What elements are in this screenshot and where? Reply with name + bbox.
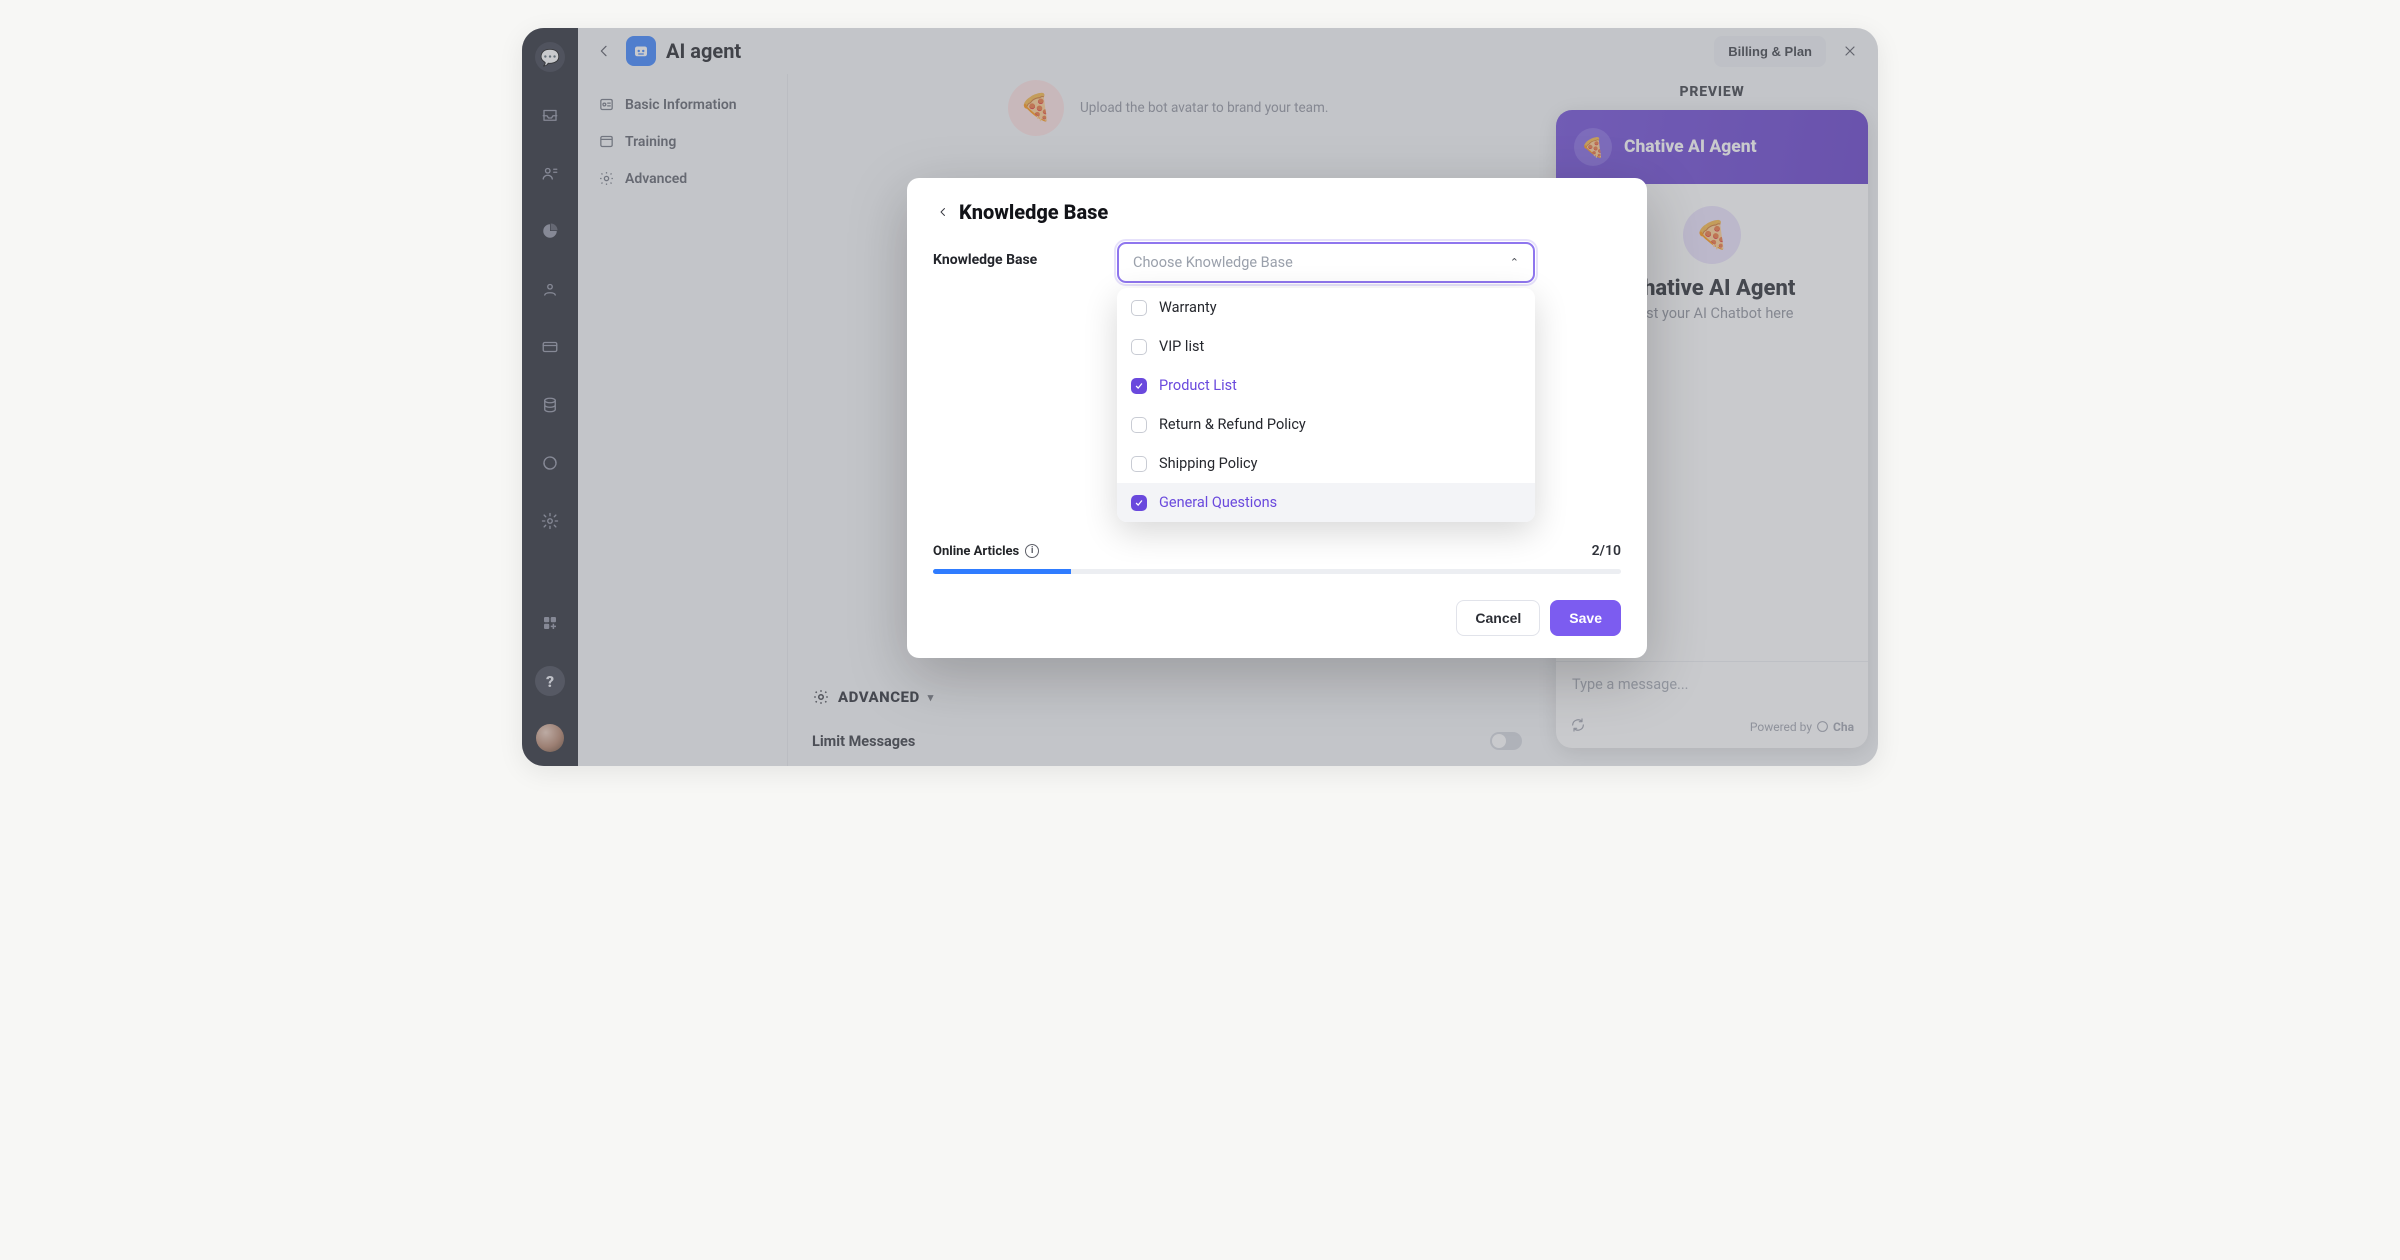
articles-progress [933,569,1621,574]
kb-option-label: Product List [1159,377,1237,394]
modal-back-button[interactable] [933,202,953,222]
checkbox-icon [1131,495,1147,511]
kb-select-placeholder: Choose Knowledge Base [1133,254,1293,271]
knowledge-base-modal: Knowledge Base Knowledge Base Choose Kno… [907,178,1647,658]
checkbox-icon [1131,456,1147,472]
save-button[interactable]: Save [1550,600,1621,636]
kb-option[interactable]: VIP list [1117,327,1535,366]
kb-option-label: Return & Refund Policy [1159,416,1306,433]
checkbox-icon [1131,417,1147,433]
kb-option-label: Shipping Policy [1159,455,1258,472]
kb-option-label: Warranty [1159,299,1217,316]
kb-option-label: General Questions [1159,494,1277,511]
kb-dropdown: Warranty VIP list Product List Return & Ref… [1117,288,1535,522]
articles-label: Online Articles [933,544,1019,559]
checkbox-icon [1131,378,1147,394]
info-icon[interactable]: i [1025,544,1039,558]
kb-option[interactable]: General Questions [1117,483,1535,522]
kb-field-label: Knowledge Base [933,242,1117,283]
kb-option[interactable]: Product List [1117,366,1535,405]
modal-title: Knowledge Base [959,200,1108,224]
checkbox-icon [1131,300,1147,316]
checkbox-icon [1131,339,1147,355]
cancel-button[interactable]: Cancel [1456,600,1540,636]
articles-count: 2/10 [1592,543,1621,559]
app-shell: 💬 [522,28,1878,766]
kb-select[interactable]: Choose Knowledge Base ⌃ [1117,242,1535,283]
kb-option[interactable]: Warranty [1117,288,1535,327]
kb-option[interactable]: Shipping Policy [1117,444,1535,483]
chevron-up-icon: ⌃ [1510,256,1519,269]
kb-option-label: VIP list [1159,338,1204,355]
kb-option[interactable]: Return & Refund Policy [1117,405,1535,444]
